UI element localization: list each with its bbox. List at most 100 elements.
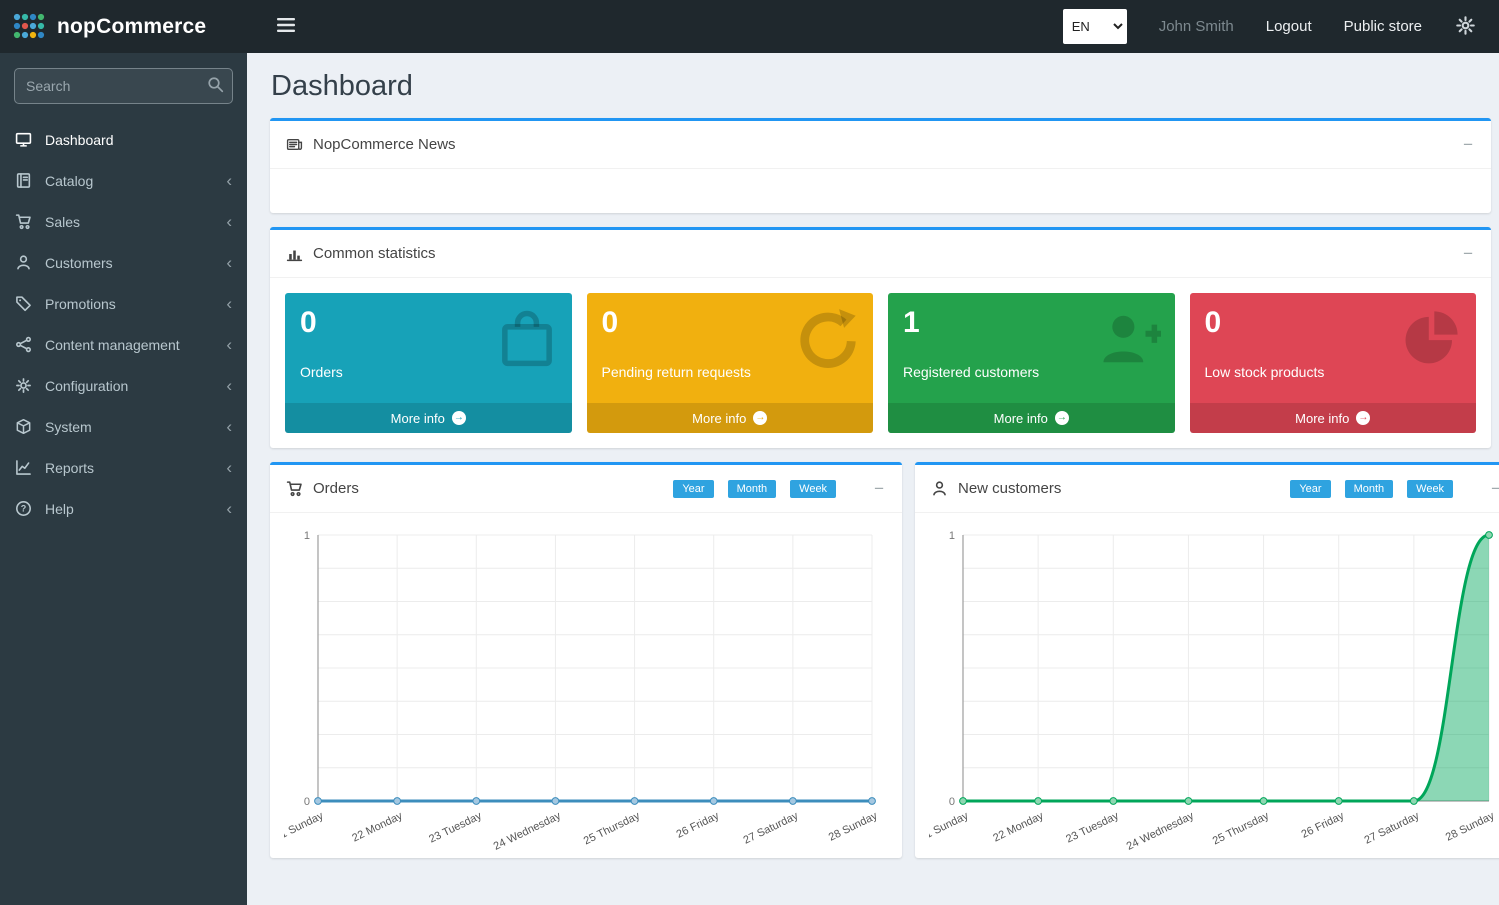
language-select[interactable]: EN bbox=[1063, 9, 1127, 44]
sidebar-item-help[interactable]: ? Help ‹ bbox=[0, 488, 247, 529]
top-header: EN John Smith Logout Public store bbox=[247, 0, 1499, 53]
svg-text:1: 1 bbox=[949, 530, 955, 542]
sidebar-item-dashboard[interactable]: Dashboard bbox=[0, 119, 247, 160]
chevron-left-icon: ‹ bbox=[226, 418, 232, 435]
bar-chart-icon bbox=[286, 245, 303, 262]
more-info-link[interactable]: More info → bbox=[1190, 403, 1477, 433]
chevron-left-icon: ‹ bbox=[226, 172, 232, 189]
pie-chart-icon bbox=[1400, 308, 1462, 370]
line-chart-icon bbox=[15, 459, 32, 476]
svg-text:0: 0 bbox=[949, 796, 955, 808]
customers-week-button[interactable]: Week bbox=[1407, 480, 1453, 498]
user-icon bbox=[15, 254, 32, 271]
arrow-circle-icon: → bbox=[1055, 411, 1069, 425]
more-info-label: More info bbox=[1295, 411, 1349, 426]
news-panel-header: NopCommerce News − bbox=[270, 121, 1491, 168]
brand-dots-icon bbox=[12, 12, 48, 42]
search-icon bbox=[207, 76, 224, 93]
chevron-left-icon: ‹ bbox=[226, 295, 232, 312]
low-stock-stat-box: 0 Low stock products More info → bbox=[1190, 293, 1477, 433]
sidebar-item-label: Configuration bbox=[45, 378, 128, 394]
svg-text:25 Thursday: 25 Thursday bbox=[582, 810, 642, 848]
svg-text:23 Tuesday: 23 Tuesday bbox=[427, 810, 484, 846]
sidebar-menu: Dashboard Catalog ‹ Sales ‹ Customers ‹ … bbox=[0, 119, 247, 529]
orders-week-button[interactable]: Week bbox=[790, 480, 836, 498]
svg-text:22 Monday: 22 Monday bbox=[350, 810, 405, 845]
settings-button[interactable] bbox=[1454, 14, 1477, 40]
sidebar-item-system[interactable]: System ‹ bbox=[0, 406, 247, 447]
sidebar-item-reports[interactable]: Reports ‹ bbox=[0, 447, 247, 488]
search-submit-button[interactable] bbox=[201, 72, 229, 100]
more-info-label: More info bbox=[692, 411, 746, 426]
refresh-icon bbox=[797, 308, 859, 370]
collapse-button[interactable]: − bbox=[1489, 479, 1499, 499]
svg-text:26 Friday: 26 Friday bbox=[675, 810, 722, 841]
sidebar-item-promotions[interactable]: Promotions ‹ bbox=[0, 283, 247, 324]
sidebar-item-label: Reports bbox=[45, 460, 94, 476]
collapse-button[interactable]: − bbox=[1461, 135, 1475, 155]
more-info-link[interactable]: More info → bbox=[587, 403, 874, 433]
new-customers-chart-header: New customers Year Month Week − bbox=[915, 465, 1499, 512]
svg-text:27 Saturday: 27 Saturday bbox=[1363, 810, 1422, 847]
header-right: EN John Smith Logout Public store bbox=[1063, 9, 1477, 44]
user-plus-icon bbox=[1099, 308, 1161, 370]
public-store-link[interactable]: Public store bbox=[1344, 18, 1422, 35]
customers-year-button[interactable]: Year bbox=[1290, 480, 1330, 498]
sidebar-item-label: Content management bbox=[45, 337, 180, 353]
tag-icon bbox=[15, 295, 32, 312]
sidebar-item-label: System bbox=[45, 419, 92, 435]
svg-text:26 Friday: 26 Friday bbox=[1300, 810, 1347, 841]
customers-chart-svg: 1021 Sunday22 Monday23 Tuesday24 Wednesd… bbox=[929, 523, 1499, 853]
sidebar-item-label: Customers bbox=[45, 255, 113, 271]
sidebar-item-label: Promotions bbox=[45, 296, 116, 312]
orders-month-button[interactable]: Month bbox=[728, 480, 777, 498]
registered-customers-stat-box: 1 Registered customers More info → bbox=[888, 293, 1175, 433]
sidebar-item-content-management[interactable]: Content management ‹ bbox=[0, 324, 247, 365]
svg-text:28 Sunday: 28 Sunday bbox=[827, 810, 880, 844]
orders-chart-header: Orders Year Month Week − bbox=[270, 465, 902, 512]
stat-boxes: 0 Orders More info → 0 Pending return re… bbox=[270, 277, 1491, 448]
logout-link[interactable]: Logout bbox=[1266, 18, 1312, 35]
sidebar-item-label: Catalog bbox=[45, 173, 93, 189]
newspaper-icon bbox=[286, 136, 303, 153]
customers-month-button[interactable]: Month bbox=[1345, 480, 1394, 498]
collapse-button[interactable]: − bbox=[1461, 244, 1475, 264]
pending-returns-stat-box: 0 Pending return requests More info → bbox=[587, 293, 874, 433]
orders-year-button[interactable]: Year bbox=[673, 480, 713, 498]
more-info-link[interactable]: More info → bbox=[888, 403, 1175, 433]
sidebar-toggle-button[interactable] bbox=[271, 11, 301, 42]
orders-chart-svg: 1021 Sunday22 Monday23 Tuesday24 Wednesd… bbox=[284, 523, 888, 853]
svg-text:22 Monday: 22 Monday bbox=[991, 810, 1046, 845]
news-panel-body bbox=[270, 168, 1491, 213]
user-name: John Smith bbox=[1159, 18, 1234, 35]
new-customers-chart: 1021 Sunday22 Monday23 Tuesday24 Wednesd… bbox=[915, 513, 1499, 858]
sidebar-item-catalog[interactable]: Catalog ‹ bbox=[0, 160, 247, 201]
svg-text:?: ? bbox=[21, 504, 27, 514]
svg-text:25 Thursday: 25 Thursday bbox=[1211, 810, 1271, 848]
sidebar: nopCommerce Dashboard Catalog ‹ Sales ‹ … bbox=[0, 0, 247, 905]
collapse-button[interactable]: − bbox=[872, 479, 886, 499]
chevron-left-icon: ‹ bbox=[226, 254, 232, 271]
orders-stat-box: 0 Orders More info → bbox=[285, 293, 572, 433]
news-panel-title: NopCommerce News bbox=[313, 136, 456, 153]
sidebar-item-sales[interactable]: Sales ‹ bbox=[0, 201, 247, 242]
main-content: Dashboard NopCommerce News − Common stat… bbox=[247, 0, 1499, 852]
arrow-circle-icon: → bbox=[452, 411, 466, 425]
common-statistics-title: Common statistics bbox=[313, 245, 436, 262]
common-statistics-header: Common statistics − bbox=[270, 230, 1491, 277]
arrow-circle-icon: → bbox=[1356, 411, 1370, 425]
sidebar-item-label: Sales bbox=[45, 214, 80, 230]
svg-text:1: 1 bbox=[304, 530, 310, 542]
more-info-link[interactable]: More info → bbox=[285, 403, 572, 433]
new-customers-chart-panel: New customers Year Month Week − 1021 Sun… bbox=[915, 462, 1499, 858]
common-statistics-panel: Common statistics − 0 Orders More info →… bbox=[270, 227, 1491, 448]
sidebar-item-configuration[interactable]: Configuration ‹ bbox=[0, 365, 247, 406]
brand-logo[interactable]: nopCommerce bbox=[0, 0, 247, 53]
question-icon: ? bbox=[15, 500, 32, 517]
chevron-left-icon: ‹ bbox=[226, 336, 232, 353]
more-info-label: More info bbox=[994, 411, 1048, 426]
chevron-left-icon: ‹ bbox=[226, 377, 232, 394]
brand-name: nopCommerce bbox=[57, 15, 206, 39]
sidebar-item-customers[interactable]: Customers ‹ bbox=[0, 242, 247, 283]
new-customers-chart-title: New customers bbox=[958, 480, 1061, 497]
